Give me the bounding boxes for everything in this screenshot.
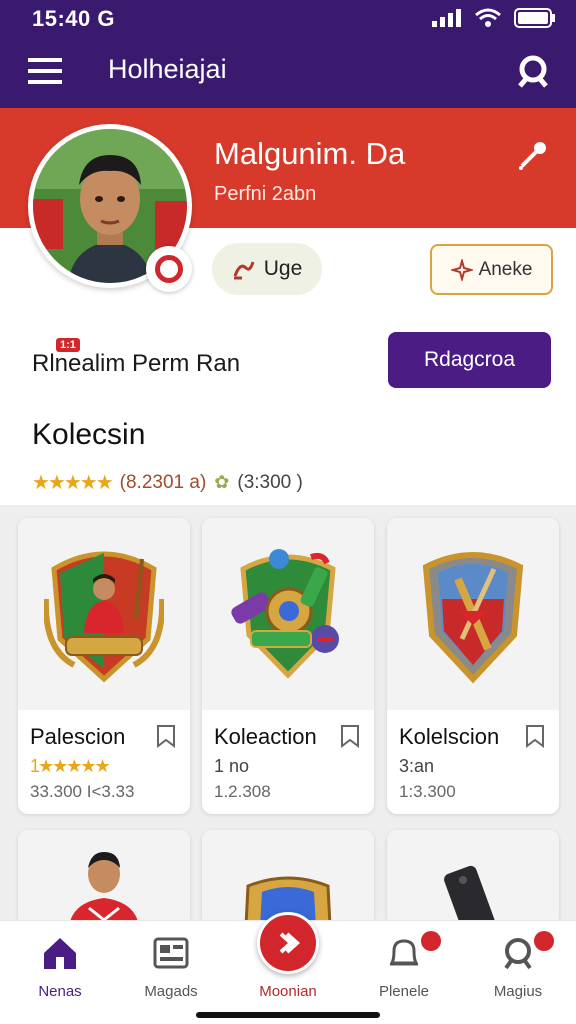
notification-dot [534,931,554,951]
squiggle-icon [233,261,255,280]
armored-shield-emblem [422,552,524,684]
profile-row-label: Rlnealim Perm Ran [32,350,241,377]
outline-action-button[interactable]: Aneke [430,244,553,295]
card-subtitle: 1 no [214,756,250,776]
collection-card[interactable]: Kolelscion 3:an 1:3.300 [387,518,559,814]
collection-card[interactable]: Palescion 1★★★★★ 33.300 I<3.33 [18,518,190,814]
bookmark-icon[interactable] [156,724,176,748]
chevron-right-icon [279,932,300,954]
nav-label: Magius [493,983,543,1000]
app-title: Holheiajai [108,54,227,84]
colorful-items-shield-emblem [231,549,339,679]
level-chip-label: Uge [263,257,303,280]
player-portrait [69,852,139,926]
card-title: Kolelscion [399,724,500,749]
collection-card[interactable] [387,830,559,926]
primary-action-button[interactable]: Rdagcroa [388,332,551,388]
card-stars: 1★★★★★ [30,756,111,776]
card-meta: 1:3.300 [399,782,456,801]
home-indicator [196,1012,380,1018]
card-meta: 33.300 I<3.33 [30,782,135,801]
status-time: 15:40 G [32,6,115,31]
rating-stars: ★★★★★ [32,472,114,494]
bookmark-icon[interactable] [525,724,545,748]
status-badge [146,246,192,292]
nav-label: Nenas [38,983,82,1000]
app-header: 15:40 G Holheiajai [0,0,576,108]
nav-label: Moonian [259,983,317,1000]
center-action-button[interactable] [257,912,319,974]
cards-icon [153,937,189,969]
bell-icon [389,939,419,966]
card-title: Palescion [30,724,126,749]
profile-subtitle: Perfni 2abn [214,183,317,205]
football-player-shield-emblem [44,551,164,683]
gem-icon: ✿ [214,472,230,492]
outline-action-label: Aneke [478,258,533,280]
search-icon [504,938,532,970]
nav-label: Magads [144,983,198,1000]
pencil-icon[interactable] [516,138,550,172]
bookmark-icon[interactable] [340,724,360,748]
rating-value: (8.2301 a) [119,471,207,493]
battery-icon [514,8,555,28]
rating-count: (3:300 ) [237,471,303,493]
wifi-icon [475,8,501,27]
notification-dot [421,931,441,951]
phone-device [444,865,497,926]
nav-home[interactable]: Nenas [10,933,110,1013]
sparkle-icon [450,258,473,281]
collection-rating: ★★★★★ (8.2301 a) ✿ (3:300 ) [32,470,303,495]
collection-title: Kolecsin [32,418,146,451]
collection-card[interactable]: Koleaction 1 no 1.2.308 [202,518,374,814]
card-meta: 1.2.308 [214,782,271,801]
hamburger-icon[interactable] [28,56,62,86]
profile-name: Malgunim. Da [214,136,406,171]
status-icons [432,8,556,28]
collection-card[interactable] [18,830,190,926]
home-icon [44,938,76,969]
card-title: Koleaction [214,724,317,749]
search-icon[interactable] [514,52,552,90]
nav-label: Plenele [378,983,430,1000]
level-chip[interactable]: Uge [212,243,322,295]
nav-cards[interactable]: Magads [121,933,221,1013]
card-subtitle: 3:an [399,756,435,776]
signal-icon [432,9,461,27]
